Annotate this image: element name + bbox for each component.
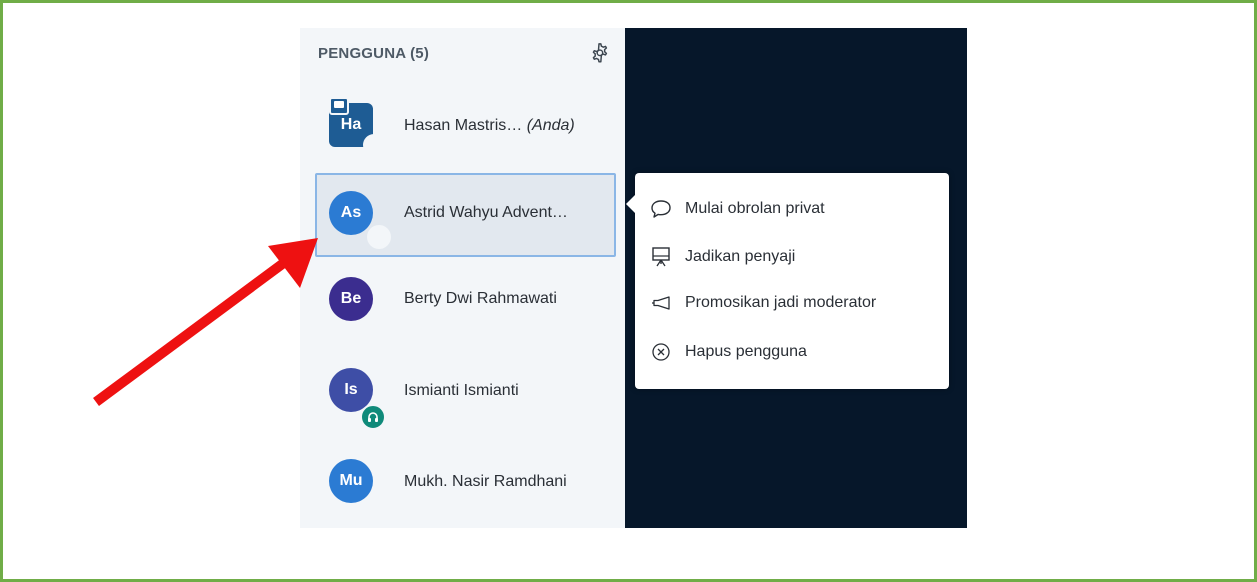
annotation-arrow bbox=[93, 238, 318, 407]
